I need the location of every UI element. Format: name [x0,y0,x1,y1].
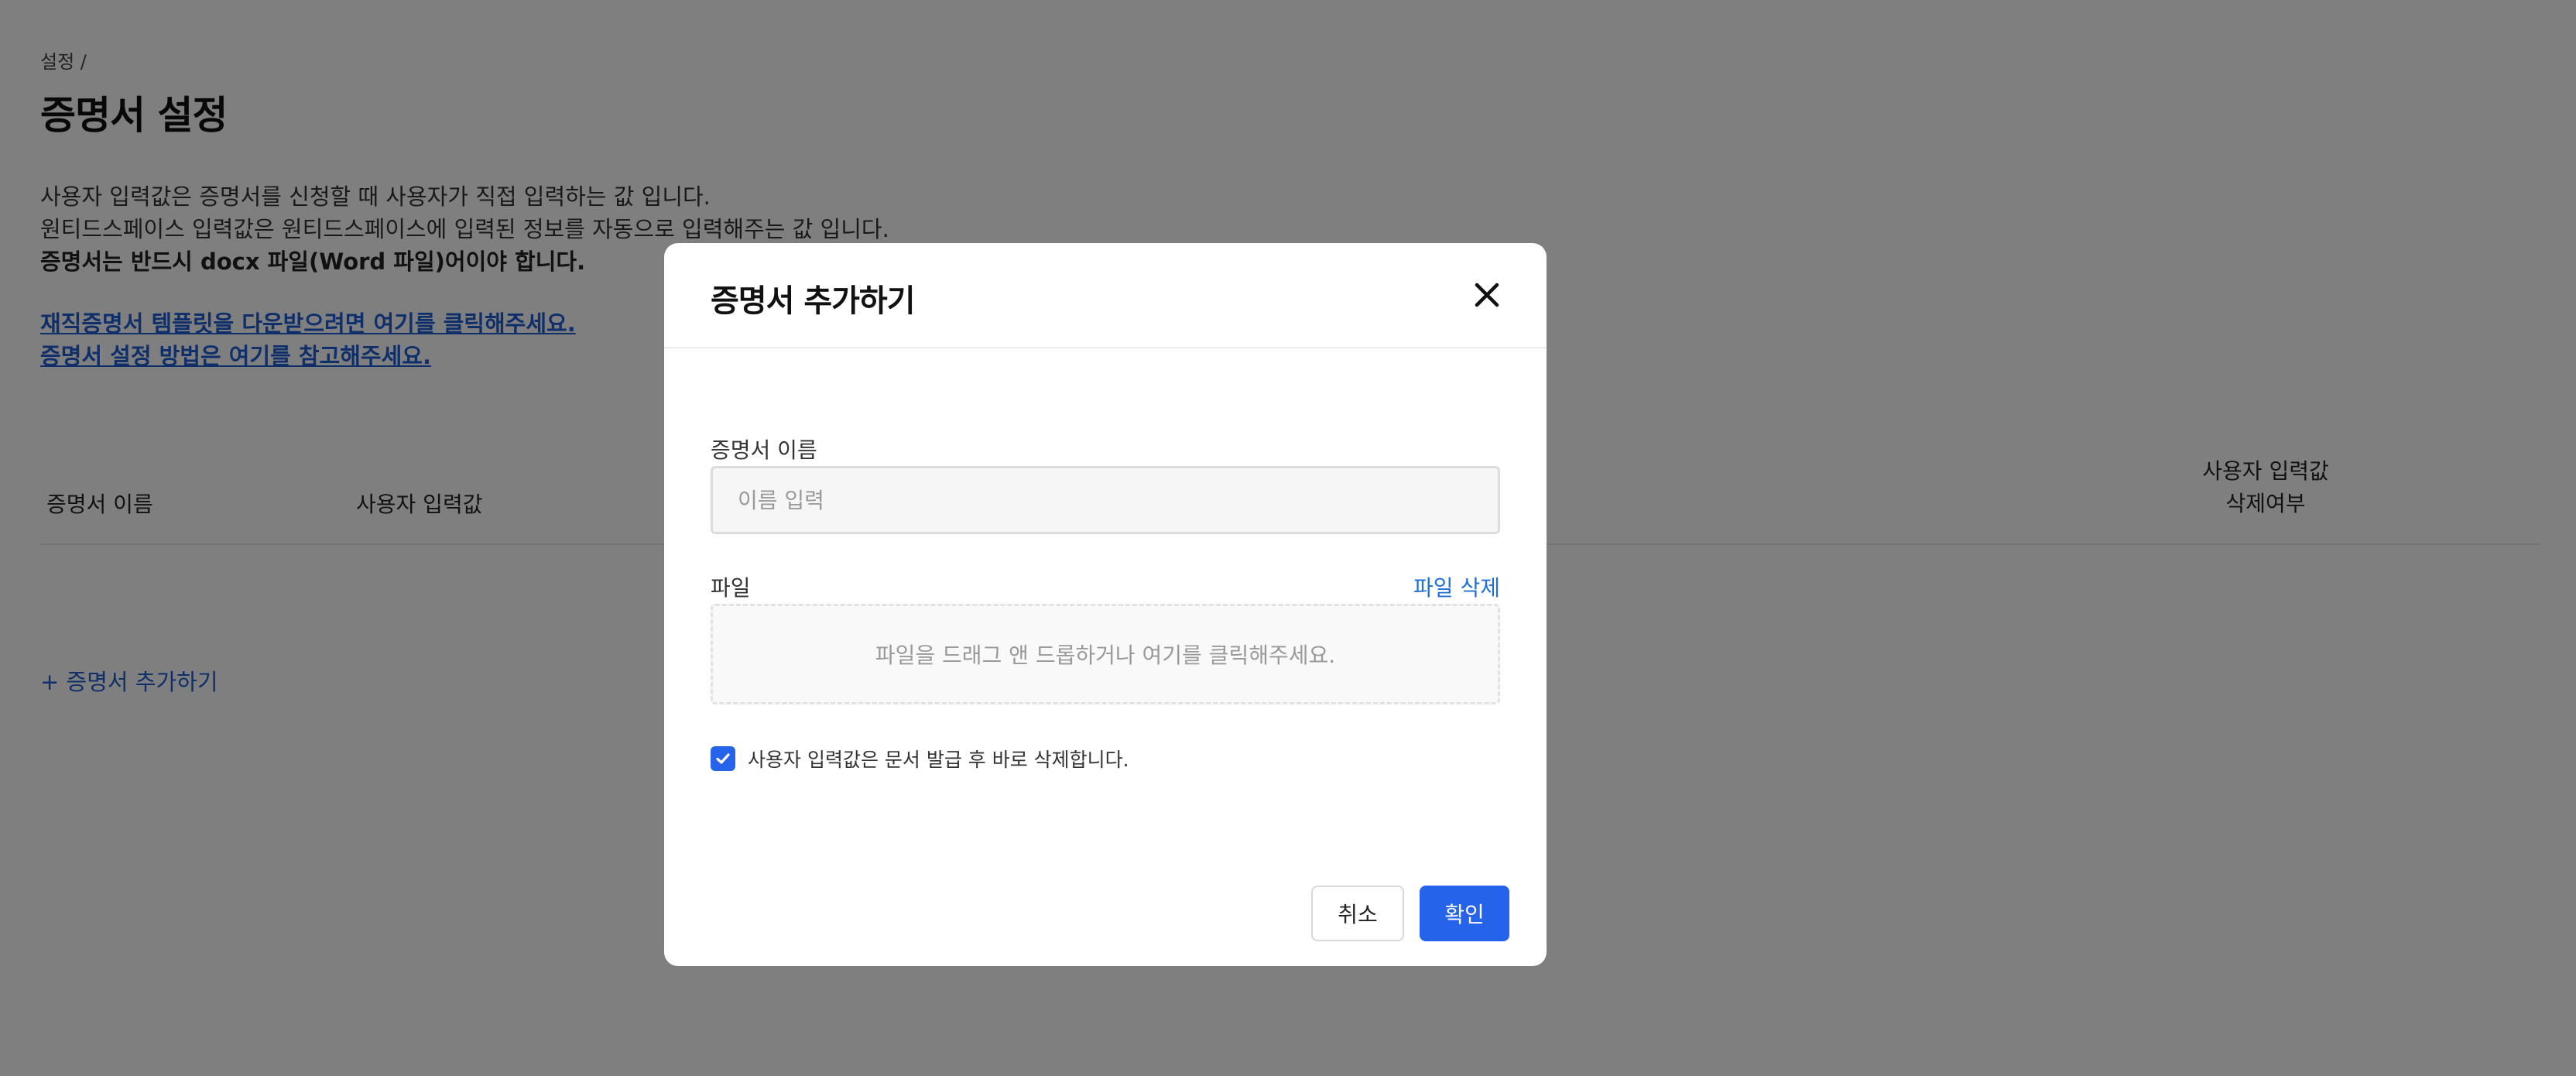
file-delete-button[interactable]: 파일 삭제 [1413,571,1500,602]
file-dropzone[interactable]: 파일을 드래그 앤 드롭하거나 여기를 클릭해주세요. [711,604,1500,704]
modal-title: 증명서 추가하기 [711,283,916,319]
delete-after-issue-checkbox[interactable] [711,746,735,771]
delete-after-issue-option: 사용자 입력값은 문서 발급 후 바로 삭제합니다. [711,745,1129,773]
dropzone-text: 파일을 드래그 앤 드롭하거나 여기를 클릭해주세요. [875,643,1336,668]
certificate-settings-page: 설정 / 증명서 설정 사용자 입력값은 증명서를 신청할 때 사용자가 직접 … [0,0,2576,1076]
checkmark-icon [716,753,730,764]
close-button[interactable] [1468,276,1506,314]
modal-header: 증명서 추가하기 [664,243,1547,348]
close-icon [1475,283,1499,307]
delete-after-issue-label[interactable]: 사용자 입력값은 문서 발급 후 바로 삭제합니다. [748,745,1129,773]
certificate-name-input[interactable] [711,466,1500,534]
confirm-button[interactable]: 확인 [1420,886,1509,941]
add-certificate-modal: 증명서 추가하기 증명서 이름 파일 파일 삭제 파일을 드래그 앤 드롭하거나… [664,243,1547,966]
certificate-name-label: 증명서 이름 [711,437,817,463]
file-label: 파일 [711,575,751,601]
cancel-button[interactable]: 취소 [1311,886,1404,941]
